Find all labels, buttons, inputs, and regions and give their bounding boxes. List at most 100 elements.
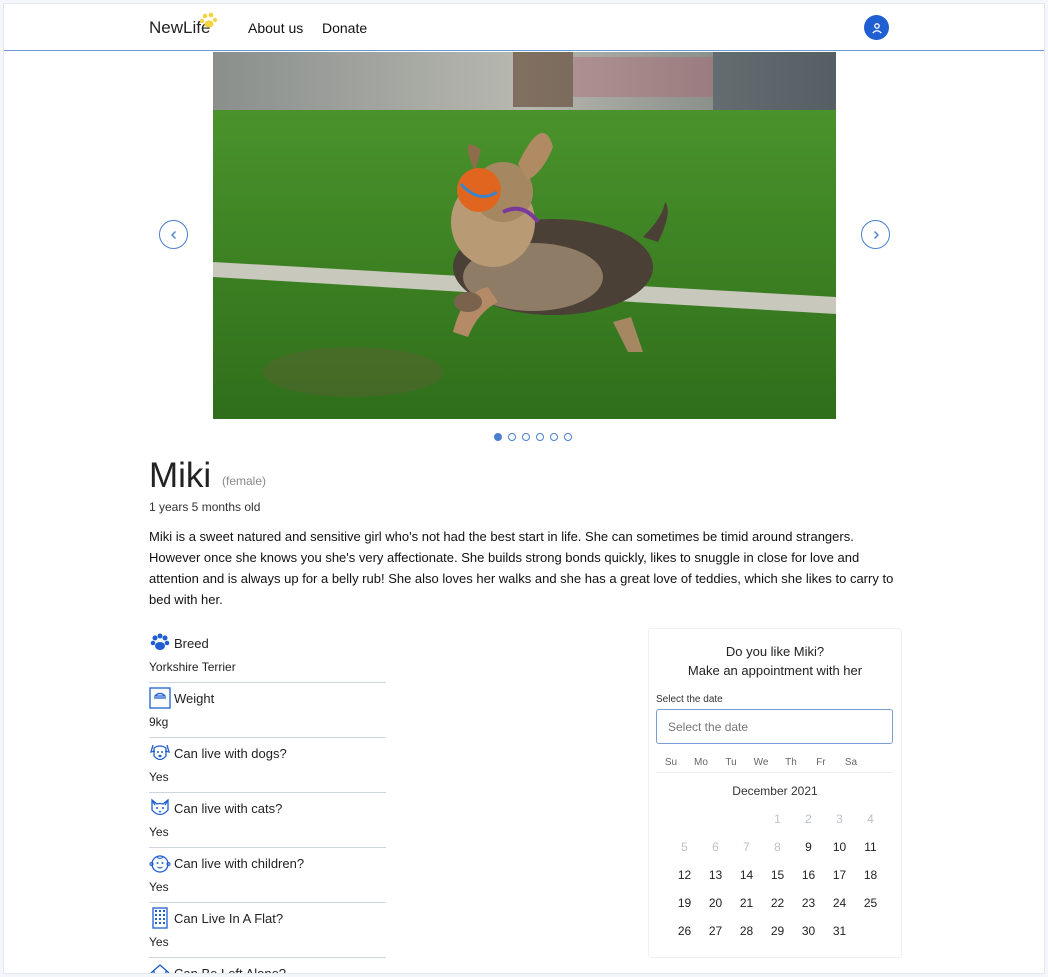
appointment-question: Do you like Miki? [725, 644, 825, 659]
appointment-card: Do you like Miki? Make an appointment wi… [648, 628, 902, 958]
calendar-day[interactable]: 10 [824, 840, 855, 854]
attribute-item: Weight 9kg [149, 683, 386, 738]
calendar-day: 1 [774, 812, 781, 826]
attribute-value: Yes [149, 880, 169, 894]
carousel-dot[interactable] [536, 433, 544, 441]
attribute-label: Can live with cats? [174, 801, 283, 816]
scale-icon [149, 687, 171, 709]
attribute-item: Breed Yorkshire Terrier [149, 628, 386, 683]
carousel-indicators [494, 433, 572, 441]
calendar-day[interactable]: 28 [731, 924, 762, 938]
calendar-day[interactable]: 20 [700, 896, 731, 910]
nav-donate[interactable]: Donate [322, 20, 367, 36]
weekday-label: We [753, 757, 769, 768]
calendar-day[interactable]: 18 [855, 868, 886, 882]
attribute-label: Can Be Left Alone? [174, 966, 287, 974]
pet-attributes-list: Breed Yorkshire Terrier Weight 9kg Can l… [149, 628, 386, 974]
user-avatar-button[interactable] [864, 15, 889, 40]
calendar-day: 2 [805, 812, 812, 826]
attribute-label: Can live with dogs? [174, 746, 287, 761]
calendar-day[interactable]: 17 [824, 868, 855, 882]
carousel-dot[interactable] [550, 433, 558, 441]
cat-face-icon [151, 798, 169, 816]
calendar-day[interactable]: 21 [731, 896, 762, 910]
calendar-day: 8 [774, 840, 781, 854]
calendar-day[interactable]: 13 [700, 868, 731, 882]
attribute-label: Can live with children? [174, 856, 305, 871]
weekday-label: Mo [694, 757, 708, 768]
carousel-dot[interactable] [508, 433, 516, 441]
calendar-week-row: 5 6 7 8 9 10 11 [669, 833, 893, 861]
calendar-day[interactable]: 14 [731, 868, 762, 882]
weekday-label: Tu [725, 757, 737, 768]
user-icon [871, 22, 882, 33]
carousel-prev-button[interactable] [159, 220, 188, 249]
carousel-dot[interactable] [494, 433, 502, 441]
calendar-day[interactable]: 24 [824, 896, 855, 910]
calendar-week-row: 1 2 3 4 [669, 805, 893, 833]
top-nav-bar: NewLife About us Donate [4, 4, 1044, 51]
calendar-day[interactable]: 22 [762, 896, 793, 910]
calendar-day[interactable]: 26 [669, 924, 700, 938]
carousel-dot[interactable] [564, 433, 572, 441]
calendar-day[interactable]: 23 [793, 896, 824, 910]
attribute-item: Can Be Left Alone? [149, 958, 386, 974]
weekday-label: Su [664, 757, 678, 768]
calendar-day: 7 [743, 840, 750, 854]
calendar-day: 3 [836, 812, 843, 826]
attribute-value: Yorkshire Terrier [149, 660, 236, 674]
attribute-item: Can live with children? Yes [149, 848, 386, 903]
nav-about-us[interactable]: About us [248, 20, 303, 36]
paw-logo-icon [199, 12, 218, 28]
calendar-day[interactable]: 19 [669, 896, 700, 910]
pet-name: Miki [149, 456, 212, 495]
calendar-month-label: December 2021 [732, 784, 818, 798]
calendar-day: 6 [712, 840, 719, 854]
date-input[interactable] [656, 709, 893, 744]
building-icon [152, 907, 168, 929]
calendar-day[interactable]: 29 [762, 924, 793, 938]
attribute-label: Can Live In A Flat? [174, 911, 284, 926]
calendar-day[interactable]: 12 [669, 868, 700, 882]
calendar-day[interactable]: 9 [793, 840, 824, 854]
attribute-value: Yes [149, 770, 169, 784]
calendar-day[interactable]: 15 [762, 868, 793, 882]
pet-age: 1 years 5 months old [149, 500, 261, 514]
weekday-label: Th [785, 757, 797, 768]
pet-gender: (female) [222, 474, 267, 488]
attribute-value: 9kg [149, 715, 169, 729]
calendar-day: 5 [681, 840, 688, 854]
calendar-day[interactable]: 27 [700, 924, 731, 938]
calendar-day: 4 [867, 812, 874, 826]
calendar-day[interactable]: 31 [824, 924, 855, 938]
calendar-week-row: 26 27 28 29 30 31 [669, 917, 893, 945]
attribute-value: Yes [149, 935, 169, 949]
calendar-day[interactable]: 16 [793, 868, 824, 882]
dog-face-icon [150, 744, 170, 761]
attribute-value: Yes [149, 825, 169, 839]
weekday-label: Fr [816, 757, 826, 768]
weekday-label: Sa [844, 757, 858, 768]
carousel-next-button[interactable] [861, 220, 890, 249]
logo[interactable]: NewLife [149, 12, 218, 38]
appointment-prompt: Make an appointment with her [687, 663, 863, 678]
attribute-item: Can Live In A Flat? Yes [149, 903, 386, 958]
calendar-week-row: 12 13 14 15 16 17 18 [669, 861, 893, 889]
attribute-item: Can live with cats? Yes [149, 793, 386, 848]
calendar-week-row: 19 20 21 22 23 24 25 [669, 889, 893, 917]
calendar-day[interactable]: 11 [855, 840, 886, 854]
attribute-label: Breed [174, 636, 209, 651]
pet-description: Miki is a sweet natured and sensitive gi… [149, 529, 894, 607]
calendar-day[interactable]: 25 [855, 896, 886, 910]
calendar-day[interactable]: 30 [793, 924, 824, 938]
attribute-item: Can live with dogs? Yes [149, 738, 386, 793]
page-frame: NewLife About us Donate Miki (female) 1 … [3, 3, 1045, 974]
calendar-weekday-header: Su Mo Tu We Th Fr Sa [656, 757, 893, 773]
chevron-left-icon [170, 230, 176, 239]
paw-icon [150, 633, 170, 650]
carousel-dot[interactable] [522, 433, 530, 441]
date-field-label: Select the date [656, 694, 723, 705]
attribute-label: Weight [174, 691, 215, 706]
dog-photo-image [213, 52, 836, 419]
calendar-days-grid: 1 2 3 4 5 6 7 8 9 10 11 12 13 14 15 16 17 18 19 20 21 22 23 24 2… [669, 805, 893, 945]
